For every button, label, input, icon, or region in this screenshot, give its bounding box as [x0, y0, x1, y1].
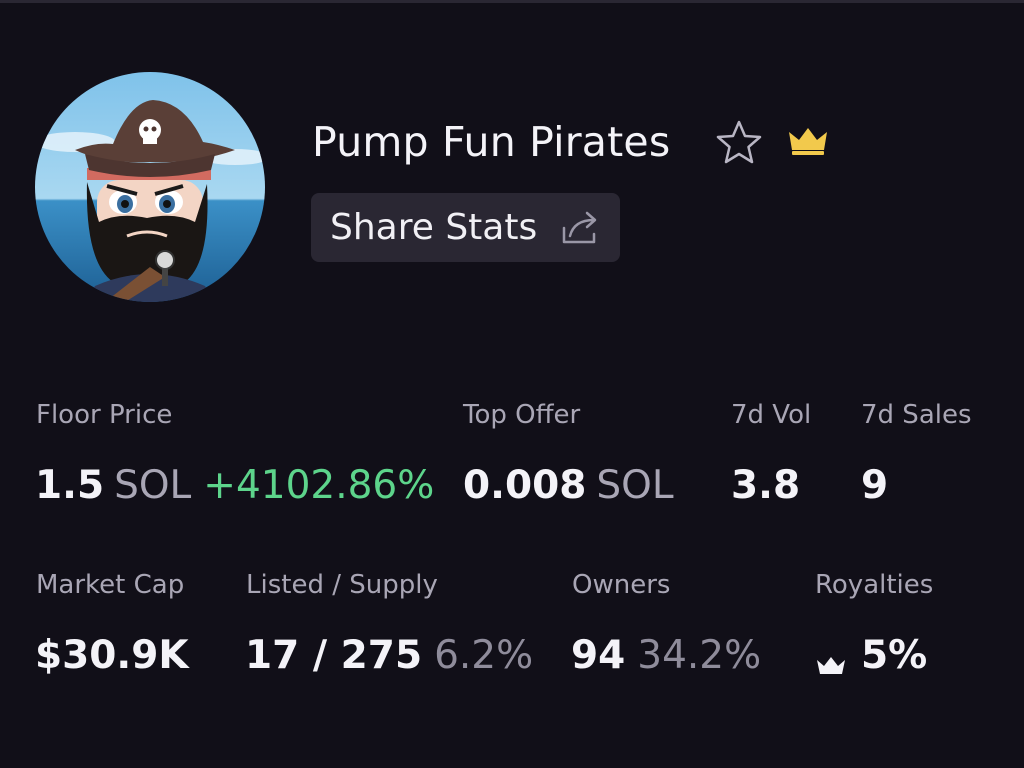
listed-supply-number: 17 / 275 [245, 633, 423, 678]
share-stats-label: Share Stats [330, 207, 538, 248]
floor-price-change: +4102.86% [203, 463, 435, 508]
share-stats-button[interactable]: Share Stats [311, 193, 620, 262]
listed-supply-pct: 6.2% [434, 633, 534, 678]
listed-supply-value: 17 / 275 6.2% [245, 633, 533, 678]
owners-label: Owners [572, 570, 671, 600]
crown-icon [786, 124, 830, 156]
top-offer-number: 0.008 [463, 463, 587, 508]
owners-number: 94 [571, 633, 626, 678]
vol-7d-value: 3.8 [731, 463, 801, 508]
top-offer-label: Top Offer [463, 400, 581, 430]
floor-price-unit: SOL [114, 463, 192, 508]
sales-7d-value: 9 [861, 463, 889, 508]
floor-price-number: 1.5 [35, 463, 105, 508]
pirate-avatar-icon [35, 72, 265, 302]
royalty-crown-icon [815, 643, 847, 674]
top-offer-unit: SOL [596, 463, 674, 508]
favorite-star-icon[interactable] [714, 118, 764, 166]
royalties-number: 5% [861, 633, 928, 678]
royalties-value: 5% [815, 633, 927, 678]
floor-price-value: 1.5 SOL +4102.86% [35, 463, 434, 508]
collection-avatar [35, 72, 265, 302]
listed-supply-label: Listed / Supply [246, 570, 438, 600]
market-cap-label: Market Cap [36, 570, 185, 600]
floor-price-label: Floor Price [36, 400, 173, 430]
owners-pct: 34.2% [637, 633, 762, 678]
top-divider [0, 0, 1024, 3]
collection-title: Pump Fun Pirates [312, 118, 671, 166]
owners-value: 94 34.2% [571, 633, 761, 678]
share-icon [560, 208, 602, 246]
royalties-label: Royalties [815, 570, 934, 600]
top-offer-value: 0.008 SOL [463, 463, 674, 508]
market-cap-value: $30.9K [35, 633, 189, 678]
vol-7d-label: 7d Vol [731, 400, 812, 430]
sales-7d-label: 7d Sales [861, 400, 972, 430]
